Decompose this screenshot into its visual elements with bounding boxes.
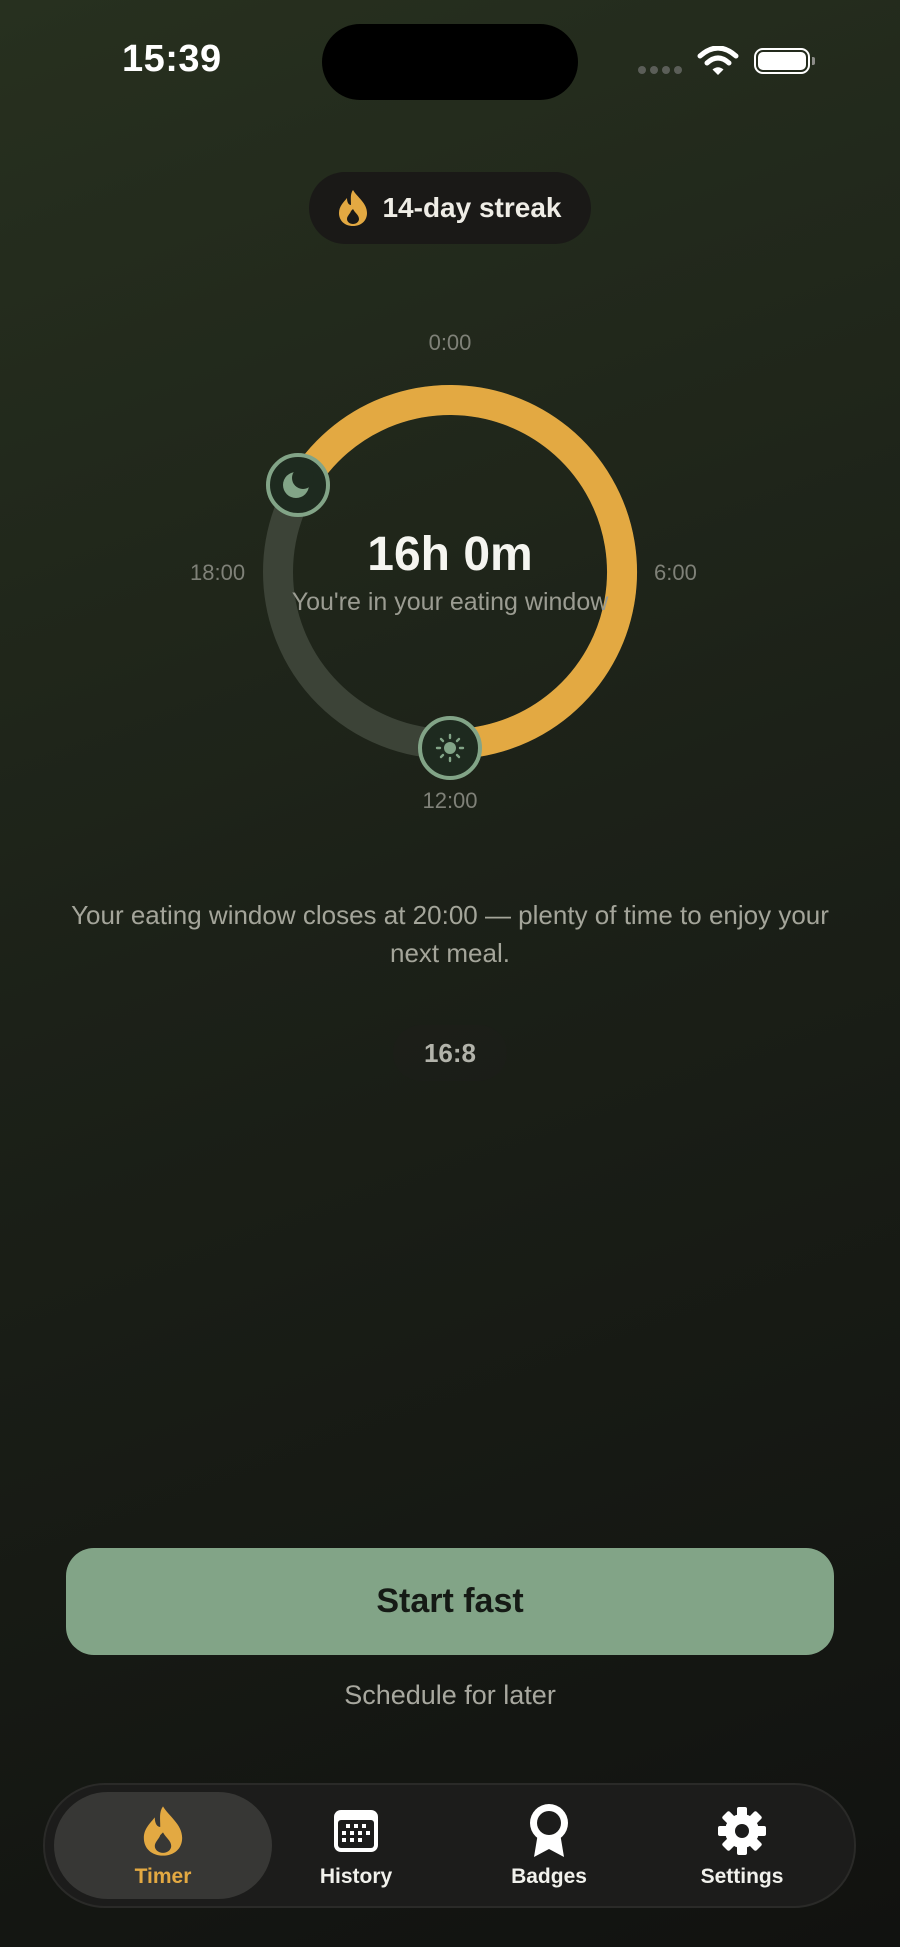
flame-icon: [143, 1805, 183, 1856]
tab-settings[interactable]: Settings: [633, 1792, 851, 1899]
fasting-plan-badge[interactable]: 16:8: [393, 1025, 507, 1081]
fasting-ring: [263, 385, 638, 780]
tab-history[interactable]: History: [247, 1792, 465, 1899]
sun-icon: [435, 733, 465, 763]
tab-bar: Timer History Badges Settings: [43, 1783, 856, 1908]
tab-timer[interactable]: Timer: [54, 1792, 272, 1899]
tab-badges[interactable]: Badges: [440, 1792, 658, 1899]
fast-start-handle[interactable]: [266, 453, 330, 517]
eating-window-status: You're in your eating window: [291, 588, 609, 616]
tab-label: Timer: [134, 1864, 192, 1888]
gear-icon: [718, 1806, 766, 1855]
fast-end-handle[interactable]: [418, 716, 482, 780]
tab-label: Settings: [700, 1864, 784, 1888]
calendar-icon: [334, 1809, 378, 1852]
tab-label: Badges: [511, 1864, 587, 1888]
badge-icon: [530, 1803, 568, 1857]
start-fast-button[interactable]: Start fast: [66, 1548, 834, 1655]
schedule-later-link[interactable]: Schedule for later: [250, 1680, 650, 1711]
tab-label: History: [319, 1864, 393, 1888]
eating-window-message: Your eating window closes at 20:00 — ple…: [71, 900, 829, 968]
elapsed-time: 16h 0m: [367, 528, 533, 581]
